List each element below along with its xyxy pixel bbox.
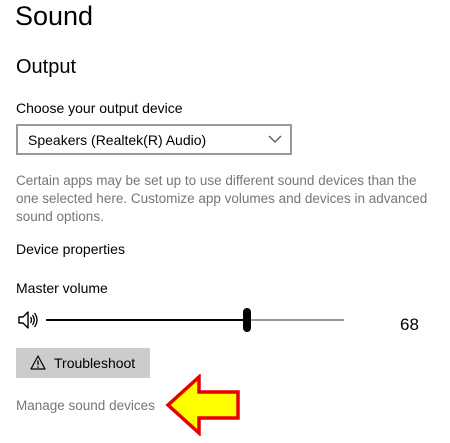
page-title: Sound — [15, 1, 94, 31]
output-device-value: Speakers (Realtek(R) Audio) — [28, 132, 207, 148]
volume-value: 68 — [400, 315, 419, 334]
left-arrow-icon — [165, 374, 240, 436]
warning-icon — [30, 355, 46, 370]
master-volume-label: Master volume — [16, 280, 108, 296]
output-section-title: Output — [16, 56, 77, 78]
chevron-down-icon — [268, 135, 282, 143]
volume-slider-fill — [46, 319, 243, 321]
output-device-label: Choose your output device — [16, 100, 183, 116]
output-device-dropdown[interactable]: Speakers (Realtek(R) Audio) — [16, 124, 292, 155]
output-description: Certain apps may be set up to use differ… — [16, 173, 428, 224]
volume-slider-track — [251, 319, 344, 321]
troubleshoot-label: Troubleshoot — [54, 355, 136, 371]
master-volume-slider[interactable] — [46, 306, 344, 334]
volume-slider-thumb[interactable] — [243, 308, 251, 332]
speaker-icon[interactable] — [17, 310, 39, 330]
device-properties-link[interactable]: Device properties — [16, 240, 125, 258]
troubleshoot-button[interactable]: Troubleshoot — [16, 348, 150, 378]
manage-sound-devices-link[interactable]: Manage sound devices — [16, 397, 155, 415]
